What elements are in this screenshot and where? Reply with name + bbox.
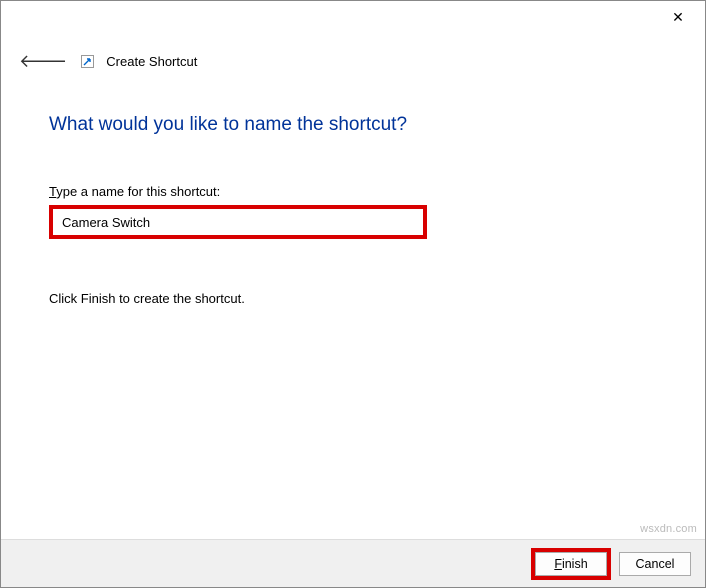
- finish-instruction: Click Finish to create the shortcut.: [49, 291, 657, 306]
- header-row: 🡐 Create Shortcut: [1, 33, 705, 72]
- shortcut-arrow-icon: [81, 55, 94, 68]
- name-field-label-text: ype a name for this shortcut:: [56, 184, 220, 199]
- wizard-heading: What would you like to name the shortcut…: [49, 114, 657, 136]
- finish-accelerator: F: [554, 557, 562, 571]
- page-title: Create Shortcut: [106, 54, 197, 69]
- finish-button-highlight: Finish: [531, 548, 611, 580]
- close-button[interactable]: ✕: [663, 4, 693, 30]
- name-input-highlight: [49, 205, 427, 239]
- finish-button[interactable]: Finish: [535, 552, 607, 576]
- cancel-button[interactable]: Cancel: [619, 552, 691, 576]
- name-field-label: Type a name for this shortcut:: [49, 184, 657, 199]
- back-button[interactable]: 🡐: [17, 51, 69, 72]
- close-icon: ✕: [672, 9, 684, 26]
- title-bar: ✕: [1, 1, 705, 33]
- shortcut-name-input[interactable]: [54, 210, 422, 234]
- content-area: What would you like to name the shortcut…: [1, 72, 705, 306]
- watermark-text: wsxdn.com: [640, 523, 697, 535]
- footer-bar: Finish Cancel: [1, 539, 705, 587]
- finish-label-rest: inish: [562, 557, 588, 571]
